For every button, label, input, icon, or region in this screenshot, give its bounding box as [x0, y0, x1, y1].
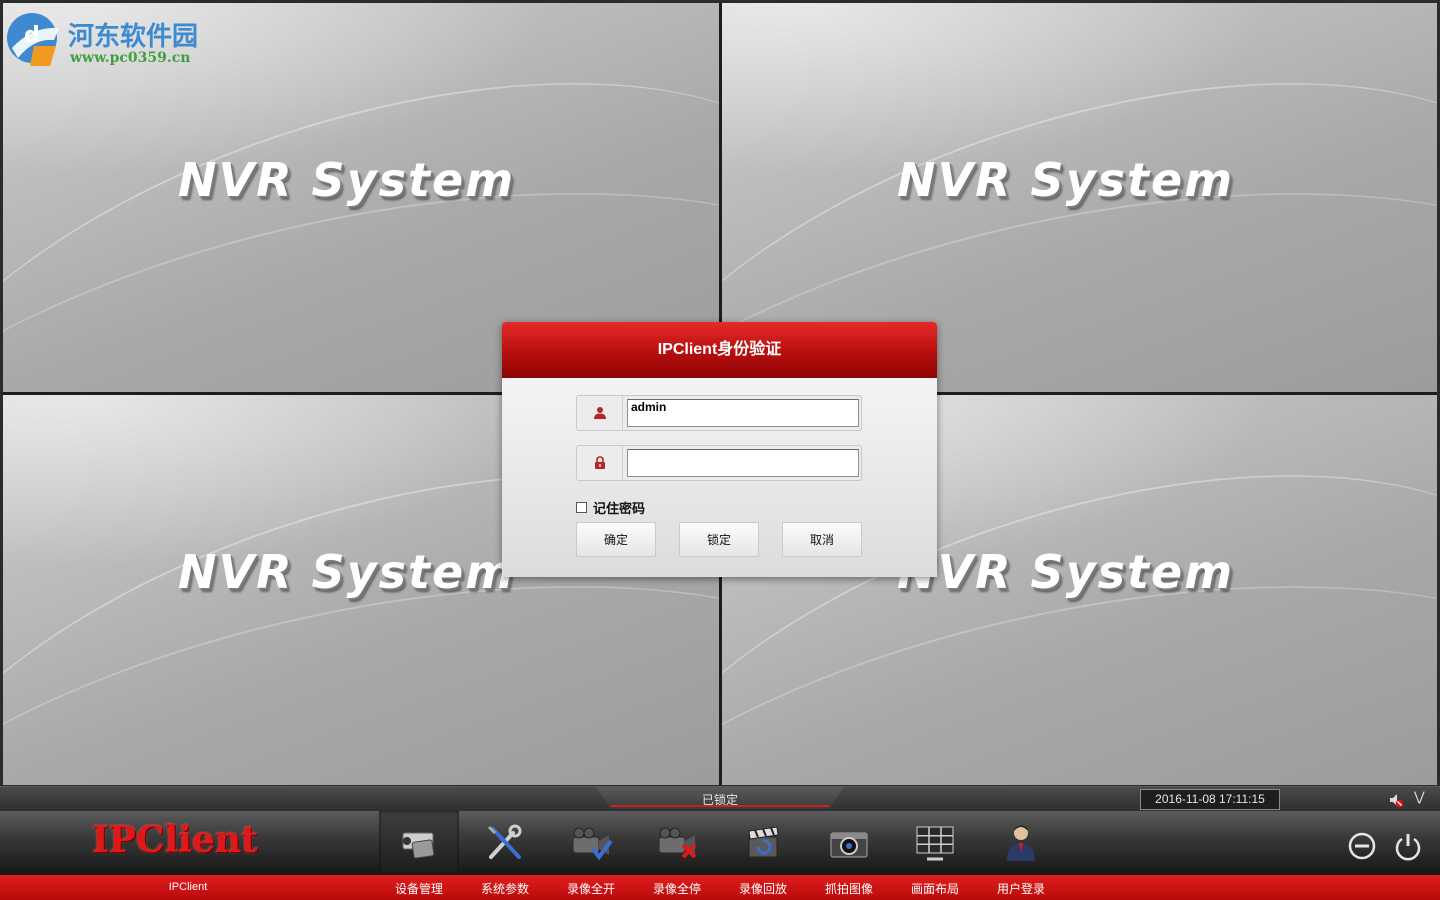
minimize-icon[interactable] — [1347, 831, 1377, 861]
tool-label[interactable]: 录像全开 — [548, 880, 634, 897]
layout-icon — [916, 826, 954, 861]
user-login-icon — [1007, 825, 1035, 861]
dialog-title: IPClient身份验证 — [502, 322, 937, 378]
tool-user-login[interactable] — [981, 811, 1061, 875]
remember-password-label: 记住密码 — [593, 501, 646, 516]
password-input[interactable] — [627, 449, 859, 477]
watermark-logo-icon: d — [7, 13, 59, 66]
tool-label[interactable]: 系统参数 — [462, 880, 548, 897]
status-bar: 已锁定 2016-11-08 17:11:15 ⋁ — [0, 786, 1440, 811]
pane-logo-text: NVR System — [178, 153, 516, 207]
pane-logo-text: NVR System — [897, 545, 1235, 599]
sound-muted-icon[interactable] — [1388, 792, 1404, 808]
username-input[interactable] — [627, 399, 859, 427]
snapshot-icon — [830, 832, 868, 858]
tool-snapshot[interactable] — [809, 811, 889, 875]
pane-logo-text: NVR System — [178, 545, 516, 599]
playback-icon — [748, 826, 779, 858]
record-start-icon — [572, 827, 613, 861]
lock-status-text: 已锁定 — [701, 793, 738, 807]
tool-device-management[interactable] — [379, 811, 459, 875]
datetime-display: 2016-11-08 17:11:15 — [1140, 789, 1280, 810]
watermark-url: www.pc0359.cn — [70, 50, 191, 66]
tool-label[interactable]: 用户登录 — [978, 880, 1064, 897]
cancel-button[interactable]: 取消 — [782, 522, 862, 557]
tool-label[interactable]: 录像全停 — [634, 880, 720, 897]
user-icon — [577, 396, 623, 430]
ipclient-window: NVR System NVR System NVR System NVR Sys… — [0, 0, 1440, 900]
brand-logo: IPClient — [92, 819, 258, 861]
camera-icon — [402, 832, 435, 859]
tool-record-all-stop[interactable] — [637, 811, 717, 875]
password-field — [576, 445, 862, 481]
collapse-chevron-icon[interactable]: ⋁ — [1414, 789, 1425, 805]
padlock-icon — [577, 446, 623, 480]
confirm-button[interactable]: 确定 — [576, 522, 656, 557]
power-icon[interactable] — [1393, 831, 1423, 861]
tools-icon — [487, 824, 522, 859]
tool-label[interactable]: 抓拍图像 — [806, 880, 892, 897]
watermark-title: 河东软件园 — [68, 22, 199, 52]
svg-text:d: d — [24, 23, 40, 48]
remember-password[interactable]: 记住密码 — [576, 498, 645, 517]
username-field — [576, 395, 862, 431]
tool-label[interactable]: 录像回放 — [720, 880, 806, 897]
tool-label[interactable]: 画面布局 — [892, 880, 978, 897]
tool-system-params[interactable] — [465, 811, 545, 875]
record-stop-icon — [658, 827, 697, 859]
tool-screen-layout[interactable] — [895, 811, 975, 875]
toolbar-labels: IPClient 设备管理 系统参数 录像全开 录像全停 录像回放 抓拍图像 画… — [0, 875, 1440, 900]
auth-dialog: IPClient身份验证 记住密码 确定 锁定 取消 — [502, 322, 937, 577]
tool-record-playback[interactable] — [723, 811, 803, 875]
tool-label[interactable]: 设备管理 — [376, 880, 462, 897]
main-toolbar: IPClient — [0, 811, 1440, 875]
lock-button[interactable]: 锁定 — [679, 522, 759, 557]
app-name-label: IPClient — [168, 881, 208, 893]
pane-logo-text: NVR System — [897, 153, 1235, 207]
remember-password-checkbox[interactable] — [576, 502, 587, 513]
tool-record-all-start[interactable] — [551, 811, 631, 875]
watermark: d 河东软件园 www.pc0359.cn — [4, 8, 214, 68]
